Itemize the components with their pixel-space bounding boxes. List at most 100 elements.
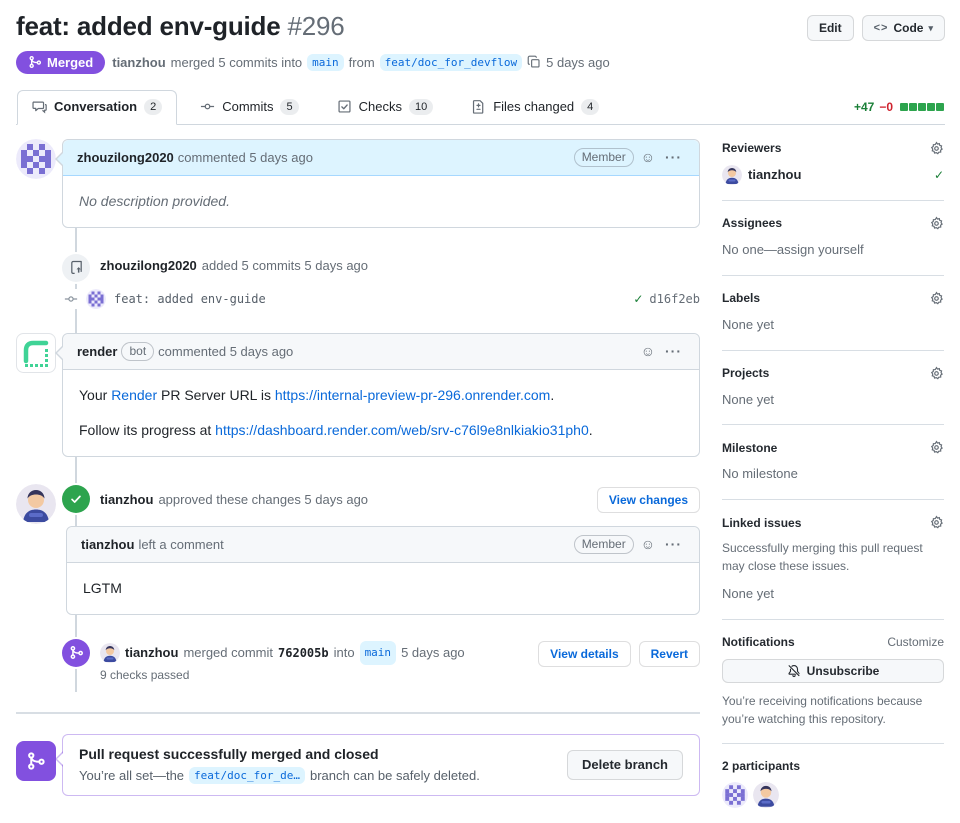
git-merge-icon — [62, 638, 90, 667]
tab-checks[interactable]: Checks 10 — [322, 90, 449, 125]
reviewer-name[interactable]: tianzhou — [748, 167, 801, 182]
member-badge: Member — [573, 534, 634, 554]
gear-icon[interactable] — [929, 141, 944, 156]
tab-commits[interactable]: Commits 5 — [185, 90, 313, 125]
gear-icon[interactable] — [929, 216, 944, 231]
sidebar-section-assignees: Assignees No one—assign yourself — [722, 201, 944, 276]
assignees-empty-text[interactable]: No one—assign yourself — [722, 241, 944, 260]
render-link[interactable]: Render — [111, 387, 157, 403]
git-merge-icon — [16, 740, 56, 781]
emoji-reaction-icon[interactable]: ☺ — [638, 150, 658, 164]
comment-action: left a comment — [138, 536, 224, 552]
labels-title[interactable]: Labels — [722, 291, 760, 305]
avatar-zhouzilong2020-participant[interactable] — [722, 782, 748, 808]
emoji-reaction-icon[interactable]: ☺ — [638, 537, 658, 551]
delete-branch-button[interactable]: Delete branch — [567, 749, 683, 780]
discussion-timeline: zhouzilong2020 commented 5 days ago Memb… — [16, 138, 700, 823]
reviewer-row[interactable]: tianzhou ✓ — [722, 165, 944, 185]
linked-issues-title[interactable]: Linked issues — [722, 516, 801, 530]
kebab-menu-icon[interactable]: ··· — [662, 537, 685, 551]
merged-banner-row: Pull request successfully merged and clo… — [16, 733, 700, 796]
commit-sha[interactable]: d16f2eb — [649, 292, 700, 306]
kebab-menu-icon[interactable]: ··· — [662, 150, 685, 164]
copy-icon[interactable] — [527, 55, 541, 69]
milestone-title[interactable]: Milestone — [722, 441, 777, 455]
comment-header: tianzhou left a comment Member ☺ ··· — [67, 526, 699, 563]
merge-action-text: merged 5 commits into — [170, 54, 303, 70]
dashboard-url-link[interactable]: https://dashboard.render.com/web/srv-c76… — [215, 422, 589, 438]
avatar-tianzhou-small[interactable] — [722, 165, 742, 185]
base-branch-label[interactable]: main — [307, 53, 344, 71]
view-details-button[interactable]: View details — [538, 640, 631, 667]
tab-conversation[interactable]: Conversation 2 — [17, 89, 178, 125]
sidebar-section-labels: Labels None yet — [722, 276, 944, 351]
tab-files-changed[interactable]: Files changed 4 — [456, 90, 614, 125]
avatar-zhouzilong2020-small[interactable] — [86, 289, 106, 309]
sidebar-section-participants: 2 participants — [722, 744, 944, 823]
merged-banner: Pull request successfully merged and clo… — [55, 733, 700, 796]
comment-body: LGTM — [67, 562, 699, 614]
milestone-empty-text: No milestone — [722, 466, 798, 482]
merged-commit-sha[interactable]: 762005b — [278, 643, 329, 663]
conversation-count: 2 — [144, 98, 163, 115]
merge-time: 5 days ago — [401, 644, 465, 660]
gear-icon[interactable] — [929, 440, 944, 455]
sidebar-section-linked-issues: Linked issues Successfully merging this … — [722, 500, 944, 620]
checklist-icon — [337, 99, 352, 114]
revert-button[interactable]: Revert — [638, 640, 700, 667]
preview-url-link[interactable]: https://internal-preview-pr-296.onrender… — [275, 387, 550, 403]
notifications-caption: You’re receiving notifications because y… — [722, 693, 923, 726]
base-branch-label[interactable]: main — [359, 640, 397, 665]
pull-request-page: feat: added env-guide #296 Edit <> Code … — [0, 0, 960, 823]
avatar-tianzhou-participant[interactable] — [753, 782, 779, 808]
gear-icon[interactable] — [929, 291, 944, 306]
head-branch-label[interactable]: feat/doc_for_devflow — [379, 53, 523, 71]
banner-subtext: You’re all set—the feat/doc_for_de… bran… — [79, 766, 480, 784]
merge-time: 5 days ago — [546, 54, 610, 70]
kebab-menu-icon[interactable]: ··· — [662, 344, 685, 358]
comment-author[interactable]: zhouzilong2020 — [77, 150, 174, 165]
comment-action: commented 5 days ago — [158, 343, 294, 359]
head-branch-label-truncated[interactable]: feat/doc_for_de… — [189, 766, 305, 784]
repo-push-icon — [62, 253, 90, 282]
commits-author[interactable]: zhouzilong2020 — [100, 256, 197, 276]
render-bot-comment: render bot commented 5 days ago ☺ ··· Yo… — [16, 332, 700, 457]
merge-event: tianzhou merged commit 762005b into main… — [16, 638, 700, 682]
commit-message[interactable]: feat: added env-guide — [114, 292, 266, 306]
review-comment: tianzhou left a comment Member ☺ ··· LGT… — [66, 525, 700, 615]
diffstat-blocks — [900, 102, 944, 111]
bell-slash-icon — [787, 664, 801, 678]
reviewers-title[interactable]: Reviewers — [722, 141, 781, 155]
commit-status-check-icon[interactable]: ✓ — [633, 292, 643, 306]
notifications-title: Notifications — [722, 634, 795, 649]
avatar-render-bot[interactable] — [16, 333, 56, 373]
commits-count: 5 — [280, 98, 299, 115]
member-badge: Member — [573, 147, 634, 167]
gear-icon[interactable] — [929, 515, 944, 530]
projects-title[interactable]: Projects — [722, 366, 769, 380]
comment-discussion-icon — [32, 99, 47, 114]
code-button[interactable]: <> Code ▾ — [861, 15, 945, 41]
labels-empty-text: None yet — [722, 316, 775, 332]
review-author[interactable]: tianzhou — [100, 490, 153, 510]
approved-check-icon — [62, 484, 90, 513]
merge-author[interactable]: tianzhou — [125, 643, 178, 663]
unsubscribe-button[interactable]: Unsubscribe — [722, 658, 944, 683]
comment-author[interactable]: render — [77, 344, 117, 359]
assignees-title[interactable]: Assignees — [722, 216, 782, 230]
avatar-zhouzilong2020[interactable] — [16, 139, 56, 179]
avatar-tianzhou-small[interactable] — [100, 643, 120, 663]
checks-passed-text[interactable]: 9 checks passed — [100, 668, 538, 682]
emoji-reaction-icon[interactable]: ☺ — [638, 344, 658, 358]
merge-author[interactable]: tianzhou — [112, 55, 165, 70]
comment-author[interactable]: tianzhou — [81, 537, 134, 552]
view-changes-button[interactable]: View changes — [596, 486, 700, 513]
edit-button[interactable]: Edit — [806, 15, 854, 41]
gear-icon[interactable] — [929, 366, 944, 381]
pr-meta: Merged tianzhou merged 5 commits into ma… — [16, 50, 945, 74]
review-approval-event: tianzhou approved these changes 5 days a… — [16, 487, 700, 615]
sidebar-section-reviewers: Reviewers tianzhou ✓ — [722, 139, 944, 201]
pr-title-text: feat: added env-guide — [16, 11, 281, 41]
customize-link[interactable]: Customize — [887, 635, 944, 649]
files-changed-count: 4 — [581, 98, 600, 115]
